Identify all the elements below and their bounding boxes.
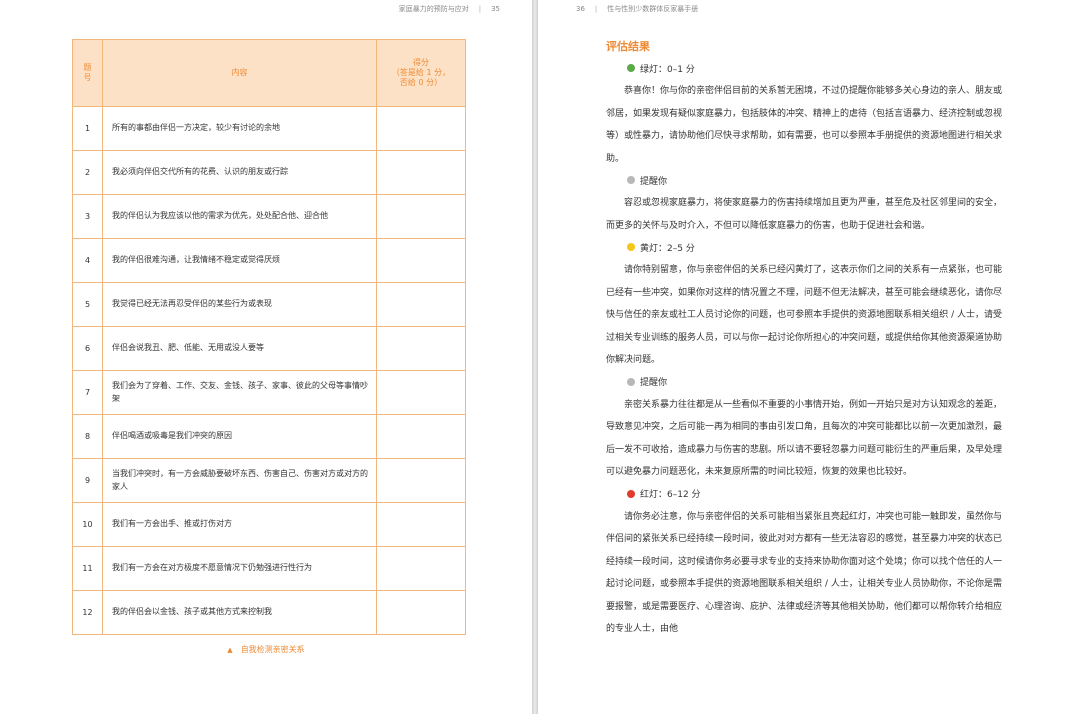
header-score-label: 得分 （答是给 1 分， 否给 0 分） (391, 58, 451, 87)
section-title: 评估结果 (606, 40, 650, 53)
status-dot-icon (627, 243, 635, 251)
row-number: 8 (72, 414, 103, 459)
row-content: 当我们冲突时，有一方会威胁要破坏东西、伤害自己、伤害对方或对方的家人 (102, 458, 377, 503)
table-row: 4 我的伴侣很难沟通，让我情绪不稳定或觉得厌烦 (72, 238, 466, 283)
status-dot-icon (627, 176, 635, 184)
level-heading: 提醒你 (627, 173, 1002, 187)
level-heading: 绿灯：0–1 分 (627, 61, 1002, 75)
row-score-cell[interactable] (376, 282, 466, 327)
self-check-table: 题号 内容 得分 （答是给 1 分， 否给 0 分） 1 所有的事都由伴侣一方决定，较… (72, 39, 466, 635)
row-score-cell[interactable] (376, 106, 466, 151)
left-running-head-title: 家庭暴力的预防与应对 (398, 5, 469, 13)
body-paragraph: 请你务必注意，你与亲密伴侣的关系可能相当紧张且亮起红灯，冲突也可能一触即发，虽然… (606, 511, 1003, 635)
row-content: 我们会为了穿着、工作、交友、金钱、孩子、家事、彼此的父母等事情吵架 (102, 370, 377, 415)
row-number: 12 (72, 590, 103, 635)
row-content: 伴侣会说我丑、肥、低能、无用或没人要等 (102, 326, 377, 371)
level-heading: 黄灯：2–5 分 (627, 240, 1002, 254)
row-number: 10 (72, 502, 103, 547)
assessment-results: 评估结果 绿灯：0–1 分恭喜你！你与你的亲密伴侣目前的关系暂无困境，不过仍提醒… (606, 38, 1002, 641)
body-paragraph: 恭喜你！你与你的亲密伴侣目前的关系暂无困境，不过仍提醒你能够多关心身边的亲人、朋… (606, 86, 1003, 164)
row-number: 7 (72, 370, 103, 415)
level-label: 提醒你 (640, 176, 668, 187)
level-heading: 红灯：6–12 分 (627, 487, 1002, 501)
row-content: 我的伴侣认为我应该以他的需求为优先，处处配合他、迎合他 (102, 194, 377, 239)
row-number: 5 (72, 282, 103, 327)
left-page: 家庭暴力的预防与应对 | 35 题号 内容 得分 （答是给 1 分， 否给 0 分） 1… (0, 0, 532, 714)
header-number: 题号 (72, 39, 103, 107)
row-score-cell[interactable] (376, 590, 466, 635)
row-score-cell[interactable] (376, 370, 466, 415)
table-row: 12 我的伴侣会以金钱、孩子或其他方式来控制我 (72, 590, 466, 635)
body-paragraph: 亲密关系暴力往往都是从一些看似不重要的小事情开始，例如一开始只是对方认知观念的差… (606, 399, 1003, 478)
left-page-number: 35 (491, 5, 500, 13)
header-content: 内容 (102, 39, 377, 107)
caption-text: 自我检测亲密关系 (240, 645, 305, 654)
level-label: 黄灯：2–5 分 (640, 243, 695, 254)
level-label: 红灯：6–12 分 (640, 490, 701, 500)
body-paragraph: 请你特别留意，你与亲密伴侣的关系已经闪黄灯了，这表示你们之间的关系有一点紧张，也… (606, 265, 1003, 365)
row-content: 所有的事都由伴侣一方决定，较少有讨论的余地 (102, 106, 377, 151)
table-header-row: 题号 内容 得分 （答是给 1 分， 否给 0 分） (72, 39, 466, 107)
row-number: 11 (72, 546, 103, 591)
row-score-cell[interactable] (376, 326, 466, 371)
right-running-head-title: 性与性别少数群体反家暴手册 (607, 5, 699, 13)
row-content: 我觉得已经无法再忍受伴侣的某些行为或表现 (102, 282, 377, 327)
row-score-cell[interactable] (376, 458, 466, 503)
row-number: 9 (72, 458, 103, 503)
table-caption: ▲ 自我检测亲密关系 (0, 644, 532, 655)
row-number: 4 (72, 238, 103, 283)
table-row: 8 伴侣喝酒或吸毒是我们冲突的原因 (72, 414, 466, 459)
row-number: 2 (72, 150, 103, 195)
row-content: 伴侣喝酒或吸毒是我们冲突的原因 (102, 414, 377, 459)
row-score-cell[interactable] (376, 150, 466, 195)
status-dot-icon (627, 489, 635, 498)
table-row: 9 当我们冲突时，有一方会威胁要破坏东西、伤害自己、伤害对方或对方的家人 (72, 458, 466, 503)
row-score-cell[interactable] (376, 238, 466, 283)
table-row: 6 伴侣会说我丑、肥、低能、无用或没人要等 (72, 326, 466, 371)
status-dot-icon (627, 377, 635, 386)
row-score-cell[interactable] (376, 194, 466, 239)
row-content: 我的伴侣很难沟通，让我情绪不稳定或觉得厌烦 (102, 238, 377, 283)
row-number: 1 (72, 106, 103, 151)
table-row: 2 我必须向伴侣交代所有的花费、认识的朋友或行踪 (72, 150, 466, 195)
table-row: 11 我们有一方会在对方极度不愿意情况下仍勉强进行性行为 (72, 546, 466, 591)
table-row: 5 我觉得已经无法再忍受伴侣的某些行为或表现 (72, 282, 466, 327)
table-row: 10 我们有一方会出手、推或打伤对方 (72, 502, 466, 547)
table-row: 7 我们会为了穿着、工作、交友、金钱、孩子、家事、彼此的父母等事情吵架 (72, 370, 466, 415)
header-number-label: 题号 (83, 63, 92, 82)
table-row: 3 我的伴侣认为我应该以他的需求为优先，处处配合他、迎合他 (72, 194, 466, 239)
right-running-head: 36 | 性与性别少数群体反家暴手册 (576, 5, 699, 13)
body-paragraph: 容忍或忽视家庭暴力，将使家庭暴力的伤害持续增加且更为严重，甚至危及社区邻里间的安… (606, 198, 1003, 231)
table-row: 1 所有的事都由伴侣一方决定，较少有讨论的余地 (72, 106, 466, 151)
row-score-cell[interactable] (376, 502, 466, 547)
header-score: 得分 （答是给 1 分， 否给 0 分） (376, 39, 466, 107)
status-dot-icon (627, 64, 635, 72)
triangle-icon: ▲ (227, 646, 233, 654)
row-content: 我的伴侣会以金钱、孩子或其他方式来控制我 (102, 590, 377, 635)
right-page: 36 | 性与性别少数群体反家暴手册 评估结果 绿灯：0–1 分恭喜你！你与你的亲密… (538, 0, 1066, 714)
row-content: 我们有一方会出手、推或打伤对方 (102, 502, 377, 547)
left-running-head: 家庭暴力的预防与应对 | 35 (398, 5, 500, 13)
row-number: 3 (72, 194, 103, 239)
level-label: 绿灯：0–1 分 (640, 64, 695, 75)
row-content: 我必须向伴侣交代所有的花费、认识的朋友或行踪 (102, 150, 377, 195)
row-score-cell[interactable] (376, 414, 466, 459)
right-page-number: 36 (576, 5, 585, 13)
row-number: 6 (72, 326, 103, 371)
level-heading: 提醒你 (627, 375, 1002, 389)
row-score-cell[interactable] (376, 546, 466, 591)
level-label: 提醒你 (640, 378, 668, 388)
row-content: 我们有一方会在对方极度不愿意情况下仍勉强进行性行为 (102, 546, 377, 591)
